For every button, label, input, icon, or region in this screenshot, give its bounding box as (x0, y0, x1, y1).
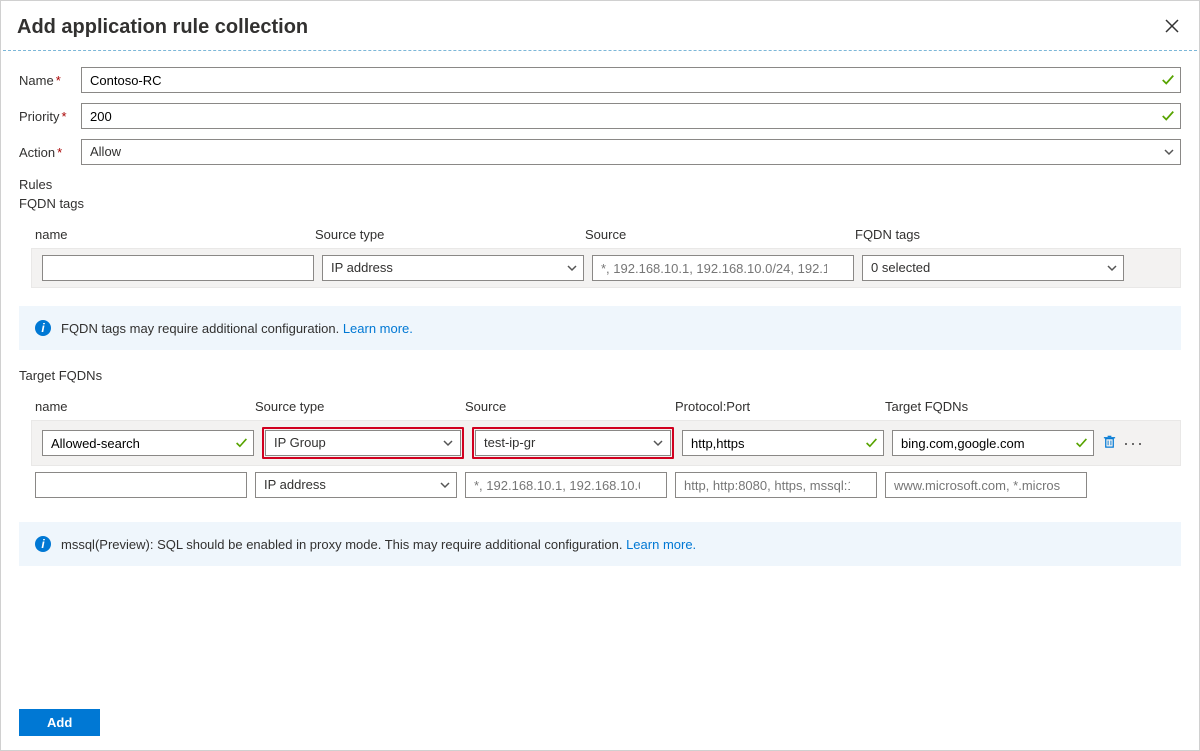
add-button[interactable]: Add (19, 709, 100, 736)
col-source: Source (581, 227, 851, 242)
target-row: IP address (31, 466, 1181, 504)
fqdn-row: IP address 0 selected (31, 248, 1181, 288)
action-select[interactable]: Allow (81, 139, 1181, 165)
col-name: name (31, 399, 251, 414)
learn-more-link[interactable]: Learn more. (343, 321, 413, 336)
target-source-type-select[interactable]: IP Group (265, 430, 461, 456)
fqdn-tags-select[interactable]: 0 selected (862, 255, 1124, 281)
panel-title: Add application rule collection (17, 16, 308, 39)
priority-label: Priority* (19, 109, 81, 124)
name-label: Name* (19, 73, 81, 88)
info-text: FQDN tags may require additional configu… (61, 321, 343, 336)
close-icon[interactable] (1161, 13, 1183, 42)
rules-heading: Rules (19, 177, 1181, 192)
target-info-box: i mssql(Preview): SQL should be enabled … (19, 522, 1181, 566)
target-source-select[interactable]: test-ip-gr (475, 430, 671, 456)
info-icon: i (35, 320, 51, 336)
info-text: mssql(Preview): SQL should be enabled in… (61, 537, 626, 552)
target-name-input[interactable] (35, 472, 247, 498)
col-target-fqdns: Target FQDNs (881, 399, 1091, 414)
target-protocol-input[interactable] (682, 430, 884, 456)
fqdn-name-input[interactable] (42, 255, 314, 281)
delete-icon[interactable] (1102, 434, 1117, 452)
fqdn-tags-heading: FQDN tags (19, 196, 1181, 211)
priority-input[interactable] (81, 103, 1181, 129)
fqdn-source-type-select[interactable]: IP address (322, 255, 584, 281)
col-source: Source (461, 399, 671, 414)
fqdn-info-box: i FQDN tags may require additional confi… (19, 306, 1181, 350)
col-name: name (31, 227, 311, 242)
target-source-type-select[interactable]: IP address (255, 472, 457, 498)
target-protocol-input[interactable] (675, 472, 877, 498)
target-source-input[interactable] (465, 472, 667, 498)
col-source-type: Source type (251, 399, 461, 414)
more-icon[interactable]: ··· (1123, 434, 1144, 452)
action-label: Action* (19, 145, 81, 160)
learn-more-link[interactable]: Learn more. (626, 537, 696, 552)
col-fqdn-tags: FQDN tags (851, 227, 1121, 242)
target-name-input[interactable] (42, 430, 254, 456)
fqdn-source-input[interactable] (592, 255, 854, 281)
col-source-type: Source type (311, 227, 581, 242)
target-fqdns-input[interactable] (885, 472, 1087, 498)
col-protocol: Protocol:Port (671, 399, 881, 414)
target-row: IP Group test-ip-gr (31, 420, 1181, 466)
info-icon: i (35, 536, 51, 552)
name-input[interactable] (81, 67, 1181, 93)
target-fqdns-input[interactable] (892, 430, 1094, 456)
target-fqdns-heading: Target FQDNs (19, 368, 1181, 383)
